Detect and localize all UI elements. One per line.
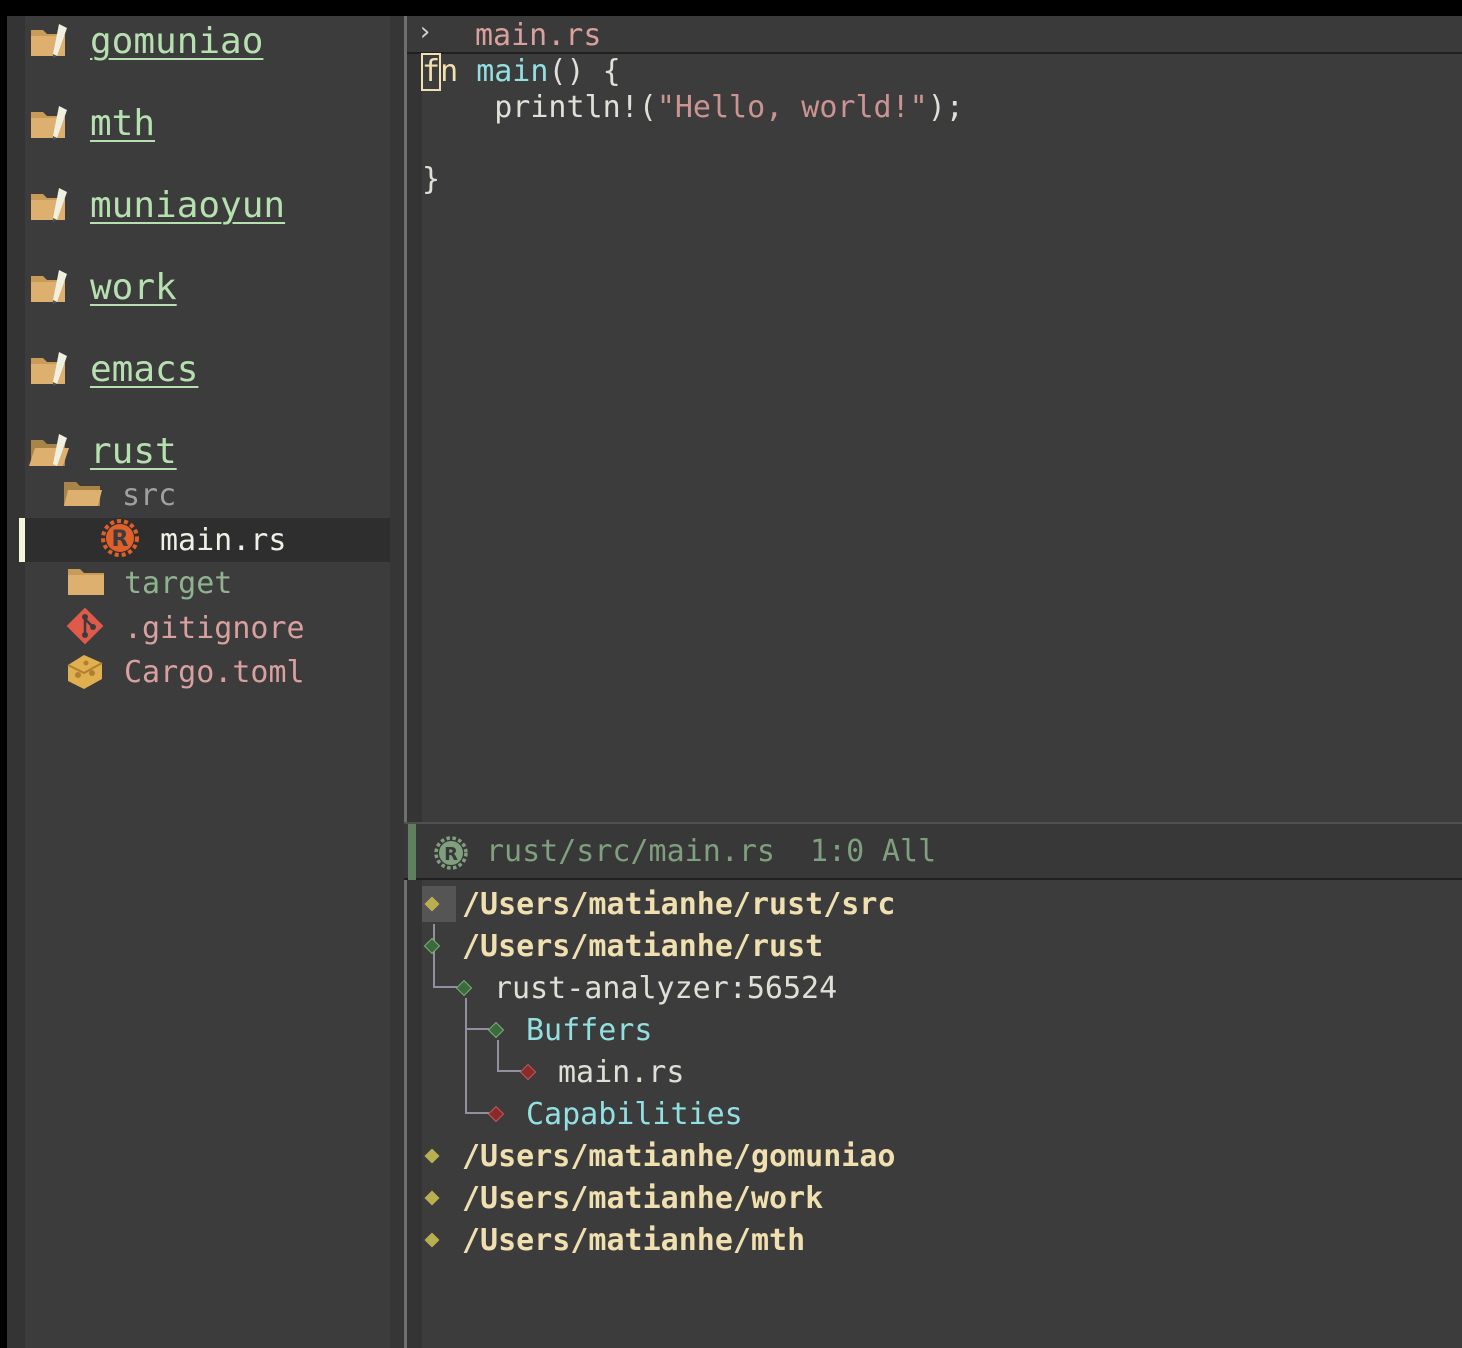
- editor-fringe: [407, 16, 422, 822]
- keyword-fn: n: [440, 54, 459, 89]
- yellow-diamond-icon: [424, 1148, 440, 1164]
- tree-file-cargo-toml[interactable]: Cargo.toml: [64, 650, 305, 694]
- tree-label: Cargo.toml: [124, 654, 305, 690]
- treemacs-sidebar: gomuniao mth muniaoyun work emacs rust s…: [0, 16, 404, 1348]
- open-folder-icon: [62, 478, 104, 512]
- tree-label: .gitignore: [124, 610, 305, 646]
- workspace-closed-folder-icon: [27, 185, 73, 225]
- editor-window[interactable]: › main.rs fn main() { println!("Hello, w…: [404, 16, 1462, 822]
- tree-connector: [465, 998, 467, 1112]
- workspace-label: rust: [90, 430, 177, 472]
- current-line-marker: [19, 518, 25, 562]
- green-diamond-icon: [456, 979, 472, 997]
- code-line-1[interactable]: fn main() {: [420, 53, 621, 91]
- workspace-emacs[interactable]: emacs: [25, 344, 198, 394]
- workspace-rust[interactable]: rust: [25, 426, 177, 476]
- closing-brace: }: [422, 162, 441, 197]
- cargo-file-icon: [64, 649, 106, 695]
- workspace-label: work: [90, 266, 177, 308]
- workspace-gomuniao[interactable]: gomuniao: [25, 16, 263, 66]
- yellow-diamond-icon: [424, 1190, 440, 1206]
- tree-dir-target[interactable]: target: [66, 561, 232, 605]
- workspace-muniaoyun[interactable]: muniaoyun: [25, 180, 285, 230]
- tree-connector: [497, 1070, 521, 1072]
- top-bar: [0, 0, 1462, 16]
- tree-connector: [465, 1028, 489, 1030]
- svg-text:R: R: [112, 527, 129, 552]
- string-literal: "Hello, world!": [656, 90, 928, 125]
- red-diamond-icon: [520, 1063, 536, 1081]
- workspace-label: emacs: [90, 348, 199, 390]
- green-diamond-icon: [424, 937, 440, 955]
- closed-folder-icon: [66, 565, 106, 601]
- tree-fringe: [407, 880, 422, 1348]
- workspace-mth[interactable]: mth: [25, 98, 155, 148]
- scroll-position: All: [882, 834, 937, 869]
- lsp-workspace-tree[interactable]: /Users/matianhe/rust/src /Users/matianhe…: [404, 880, 1462, 1348]
- tree-folder-row[interactable]: /Users/matianhe/mth: [424, 1219, 805, 1261]
- tree-capabilities-row[interactable]: Capabilities: [488, 1093, 743, 1135]
- function-name: main: [476, 54, 549, 89]
- tree-buffers-row[interactable]: Buffers: [488, 1009, 652, 1051]
- tree-file-main-rs[interactable]: R main.rs: [98, 518, 286, 562]
- tree-label: rust-analyzer:56524: [494, 970, 838, 1006]
- text-cursor: f: [420, 53, 442, 91]
- chevron-right-icon: ›: [417, 17, 433, 47]
- modeline: R rust/src/main.rs 1:0 All: [404, 822, 1462, 882]
- tree-folder-row[interactable]: /Users/matianhe/gomuniao: [424, 1135, 895, 1177]
- tree-label: Capabilities: [526, 1096, 743, 1132]
- workspace-label: gomuniao: [90, 20, 264, 62]
- workspace-label: muniaoyun: [90, 184, 286, 226]
- tree-connector: [465, 1112, 489, 1114]
- macro-call: println!(: [422, 90, 657, 125]
- tree-folder-row[interactable]: /Users/matianhe/rust/src: [424, 883, 895, 925]
- sidebar-fringe: [7, 16, 25, 1348]
- cursor-position: 1:0: [810, 834, 865, 869]
- code-line-4[interactable]: }: [422, 162, 440, 198]
- signature-rest: () {: [548, 54, 621, 89]
- workspace-label: mth: [90, 102, 156, 144]
- tree-label: main.rs: [160, 522, 287, 558]
- tree-label: /Users/matianhe/rust/src: [462, 886, 896, 922]
- tree-buffer-item[interactable]: main.rs: [520, 1051, 684, 1093]
- tree-folder-row[interactable]: /Users/matianhe/rust: [424, 925, 823, 967]
- tree-label: src: [122, 477, 177, 513]
- git-icon: [64, 605, 106, 651]
- workspace-closed-folder-icon: [27, 21, 73, 61]
- workspace-closed-folder-icon: [27, 349, 73, 389]
- sidebar-gutter: [390, 16, 404, 1348]
- yellow-diamond-icon: [424, 896, 440, 912]
- breadcrumb-file[interactable]: main.rs: [475, 18, 601, 53]
- yellow-diamond-icon: [424, 1232, 440, 1248]
- tree-label: /Users/matianhe/gomuniao: [462, 1138, 896, 1174]
- tree-label: /Users/matianhe/mth: [462, 1222, 806, 1258]
- tree-label: /Users/matianhe/work: [462, 1180, 824, 1216]
- code-line-2[interactable]: println!("Hello, world!");: [422, 90, 964, 126]
- green-diamond-icon: [488, 1021, 504, 1039]
- tree-dir-src[interactable]: src: [62, 473, 176, 517]
- workspace-closed-folder-icon: [27, 103, 73, 143]
- tree-server-row[interactable]: rust-analyzer:56524: [456, 967, 837, 1009]
- tree-label: target: [124, 565, 233, 601]
- statement-end: );: [927, 90, 964, 125]
- tree-label: Buffers: [526, 1012, 653, 1048]
- tree-connector: [433, 986, 457, 988]
- svg-text:R: R: [444, 844, 458, 865]
- workspace-work[interactable]: work: [25, 262, 177, 312]
- tree-label: /Users/matianhe/rust: [462, 928, 824, 964]
- workspace-open-folder-icon: [27, 431, 73, 471]
- tree-label: main.rs: [558, 1054, 685, 1090]
- breadcrumb-header: › main.rs: [407, 16, 1462, 54]
- rust-mode-icon: R: [432, 834, 470, 876]
- modeline-indicator: [408, 824, 416, 882]
- red-diamond-icon: [488, 1105, 504, 1123]
- workspace-closed-folder-icon: [27, 267, 73, 307]
- tree-file-gitignore[interactable]: .gitignore: [64, 606, 305, 650]
- rust-file-icon: R: [98, 516, 142, 564]
- buffer-path: rust/src/main.rs: [486, 834, 775, 869]
- tree-folder-row[interactable]: /Users/matianhe/work: [424, 1177, 823, 1219]
